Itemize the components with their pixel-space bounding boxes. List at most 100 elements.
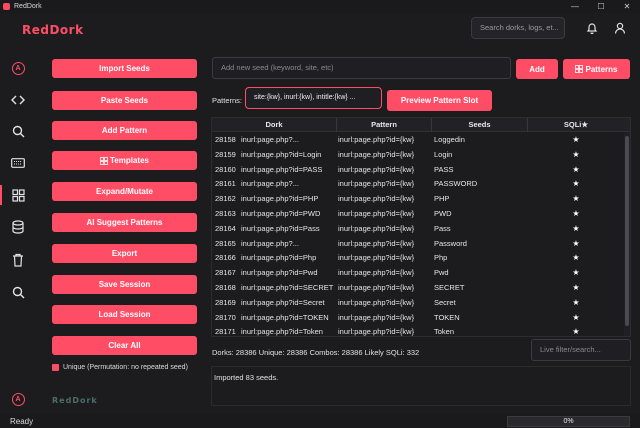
expand-mutate-button[interactable]: Expand/Mutate bbox=[52, 182, 197, 201]
scrollbar-thumb[interactable] bbox=[625, 136, 629, 326]
cell-dork: inurl:page.php?id=Secret bbox=[241, 297, 325, 307]
footer-brand: RedDork bbox=[52, 396, 98, 405]
add-seed-button[interactable]: Add bbox=[516, 59, 558, 79]
table-row[interactable]: 28158 inurl:page.php?... inurl:page.php?id… bbox=[212, 133, 622, 148]
table-row[interactable]: 28160 inurl:page.php?id=PASS inurl:page.ph… bbox=[212, 163, 622, 178]
cell-seed: Login bbox=[434, 149, 453, 159]
cell-dork: inurl:page.php?id=SECRET bbox=[241, 283, 334, 292]
table-row[interactable]: 28170 inurl:page.php?id=TOKEN inurl:page.p… bbox=[212, 311, 622, 326]
grid-icon bbox=[100, 156, 108, 165]
cell-pattern: inurl:page.php?id={kw} bbox=[338, 179, 415, 189]
cell-sqli: ★ bbox=[572, 209, 580, 218]
export-button[interactable]: Export bbox=[52, 244, 197, 263]
cell-id: 28165 bbox=[215, 238, 236, 248]
cell-sqli: ★ bbox=[572, 223, 580, 233]
table-row[interactable]: 28164 inurl:page.php?id=Pass inurl:page.ph… bbox=[212, 222, 622, 237]
cell-id: 28166 bbox=[215, 253, 236, 263]
bell-icon[interactable] bbox=[585, 21, 599, 35]
sidebar-item-search[interactable] bbox=[0, 119, 36, 143]
sidebar-item-code[interactable] bbox=[0, 88, 36, 112]
trash-icon bbox=[13, 253, 23, 267]
ai-suggest-button[interactable]: AI Suggest Patterns bbox=[52, 213, 197, 232]
column-header-pattern[interactable]: Pattern bbox=[337, 118, 432, 132]
close-button[interactable]: ✕ bbox=[616, 0, 638, 13]
table-row[interactable]: 28161 inurl:page.php?... inurl:page.php?id… bbox=[212, 177, 622, 192]
table-row[interactable]: 28166 inurl:page.php?id=Php inurl:page.php… bbox=[212, 251, 622, 266]
progress-label: 0% bbox=[563, 418, 574, 425]
maximize-button[interactable]: ☐ bbox=[590, 0, 612, 13]
sidebar-footer-logo: A bbox=[0, 387, 36, 411]
cell-dork: inurl:page.php?... bbox=[241, 135, 299, 144]
sidebar-item-search-2[interactable] bbox=[0, 280, 36, 304]
patterns-button[interactable]: Patterns bbox=[563, 59, 630, 79]
cell-seed: Pass bbox=[434, 223, 451, 233]
cell-id: 28168 bbox=[215, 283, 236, 292]
search-icon bbox=[12, 286, 24, 298]
cell-sqli: ★ bbox=[572, 297, 580, 307]
cell-sqli: ★ bbox=[572, 149, 580, 159]
load-session-button[interactable]: Load Session bbox=[52, 305, 197, 324]
seed-input[interactable]: Add new seed (keyword, site, etc) bbox=[212, 57, 511, 79]
table-row[interactable]: 28167 inurl:page.php?id=Pwd inurl:page.php… bbox=[212, 266, 622, 281]
cell-id: 28170 bbox=[215, 312, 236, 322]
add-pattern-button[interactable]: Add Pattern bbox=[52, 121, 197, 140]
table-scrollbar[interactable] bbox=[624, 132, 630, 336]
patterns-button-label: Patterns bbox=[585, 64, 618, 74]
templates-button[interactable]: Templates bbox=[52, 151, 197, 170]
window-title: RedDork bbox=[14, 3, 42, 10]
cell-pattern: inurl:page.php?id={kw} bbox=[338, 194, 415, 204]
unique-checkbox[interactable]: Unique (Permutation: no repeated seed) bbox=[52, 364, 188, 371]
cell-pattern: inurl:page.php?id={kw} bbox=[338, 297, 415, 307]
preview-pattern-slot-button[interactable]: Preview Pattern Slot bbox=[387, 90, 492, 111]
sidebar-item-trash[interactable] bbox=[0, 248, 36, 272]
sidebar-item-keyboard[interactable] bbox=[0, 151, 36, 175]
checkbox-box bbox=[52, 364, 59, 371]
table-row[interactable]: 28169 inurl:page.php?id=Secret inurl:page.… bbox=[212, 296, 622, 311]
cell-sqli: ★ bbox=[572, 312, 580, 322]
cell-seed: Pwd bbox=[434, 268, 449, 278]
global-search-input[interactable]: Search dorks, logs, et... bbox=[471, 17, 565, 39]
table-row[interactable]: 28168 inurl:page.php?id=SECRET inurl:page.… bbox=[212, 281, 622, 296]
cell-dork: inurl:page.php?id=PWD bbox=[241, 209, 321, 218]
user-icon[interactable] bbox=[613, 21, 627, 35]
cell-id: 28169 bbox=[215, 297, 236, 307]
table-row[interactable]: 28159 inurl:page.php?id=Login inurl:page.p… bbox=[212, 148, 622, 163]
cell-pattern: inurl:page.php?id={kw} bbox=[338, 312, 415, 322]
cell-id: 28167 bbox=[215, 268, 236, 278]
dork-table: Dork Pattern Seeds SQLi★ 28158 inurl:page… bbox=[211, 117, 631, 337]
column-header-dork[interactable]: Dork bbox=[212, 118, 337, 132]
database-icon bbox=[12, 220, 24, 234]
sidebar-item-database[interactable] bbox=[0, 215, 36, 239]
cell-pattern: inurl:page.php?id={kw} bbox=[338, 283, 415, 292]
table-row[interactable]: 28165 inurl:page.php?... inurl:page.php?id… bbox=[212, 237, 622, 252]
cell-dork: inurl:page.php?... bbox=[241, 238, 299, 248]
cell-seed: PHP bbox=[434, 194, 450, 204]
cell-dork: inurl:page.php?id=Login bbox=[241, 149, 322, 159]
table-row[interactable]: 28171 inurl:page.php?id=Token inurl:page.p… bbox=[212, 325, 622, 337]
cell-seed: PASS bbox=[434, 164, 454, 174]
table-row[interactable]: 28162 inurl:page.php?id=PHP inurl:page.php… bbox=[212, 192, 622, 207]
log-text: Imported 83 seeds. bbox=[214, 373, 279, 382]
column-header-seeds[interactable]: Seeds bbox=[432, 118, 528, 132]
cell-seed: PWD bbox=[434, 209, 452, 218]
table-row[interactable]: 28163 inurl:page.php?id=PWD inurl:page.php… bbox=[212, 207, 622, 222]
import-seeds-button[interactable]: Import Seeds bbox=[52, 59, 197, 78]
paste-seeds-button[interactable]: Paste Seeds bbox=[52, 91, 197, 110]
sidebar-logo[interactable]: A bbox=[0, 56, 36, 80]
live-filter-input[interactable]: Live filter/search... bbox=[531, 339, 631, 361]
brand-title: RedDork bbox=[22, 23, 84, 37]
cell-dork: inurl:page.php?id=Pwd bbox=[241, 268, 318, 278]
cell-sqli: ★ bbox=[572, 327, 580, 337]
cell-id: 28171 bbox=[215, 327, 236, 337]
search-icon bbox=[12, 125, 24, 137]
column-header-sqli[interactable]: SQLi★ bbox=[528, 118, 624, 132]
logo-icon: A bbox=[11, 61, 25, 75]
code-icon bbox=[11, 95, 25, 105]
sidebar-item-grid[interactable] bbox=[0, 183, 36, 207]
save-session-button[interactable]: Save Session bbox=[52, 275, 197, 294]
patterns-input[interactable]: site:{kw}, inurl:{kw}, intitle:{kw} ... bbox=[245, 87, 382, 109]
app-header: RedDork Search dorks, logs, et... bbox=[0, 13, 640, 46]
clear-all-button[interactable]: Clear All bbox=[52, 336, 197, 355]
cell-id: 28162 bbox=[215, 194, 236, 204]
minimize-button[interactable]: — bbox=[564, 0, 586, 13]
